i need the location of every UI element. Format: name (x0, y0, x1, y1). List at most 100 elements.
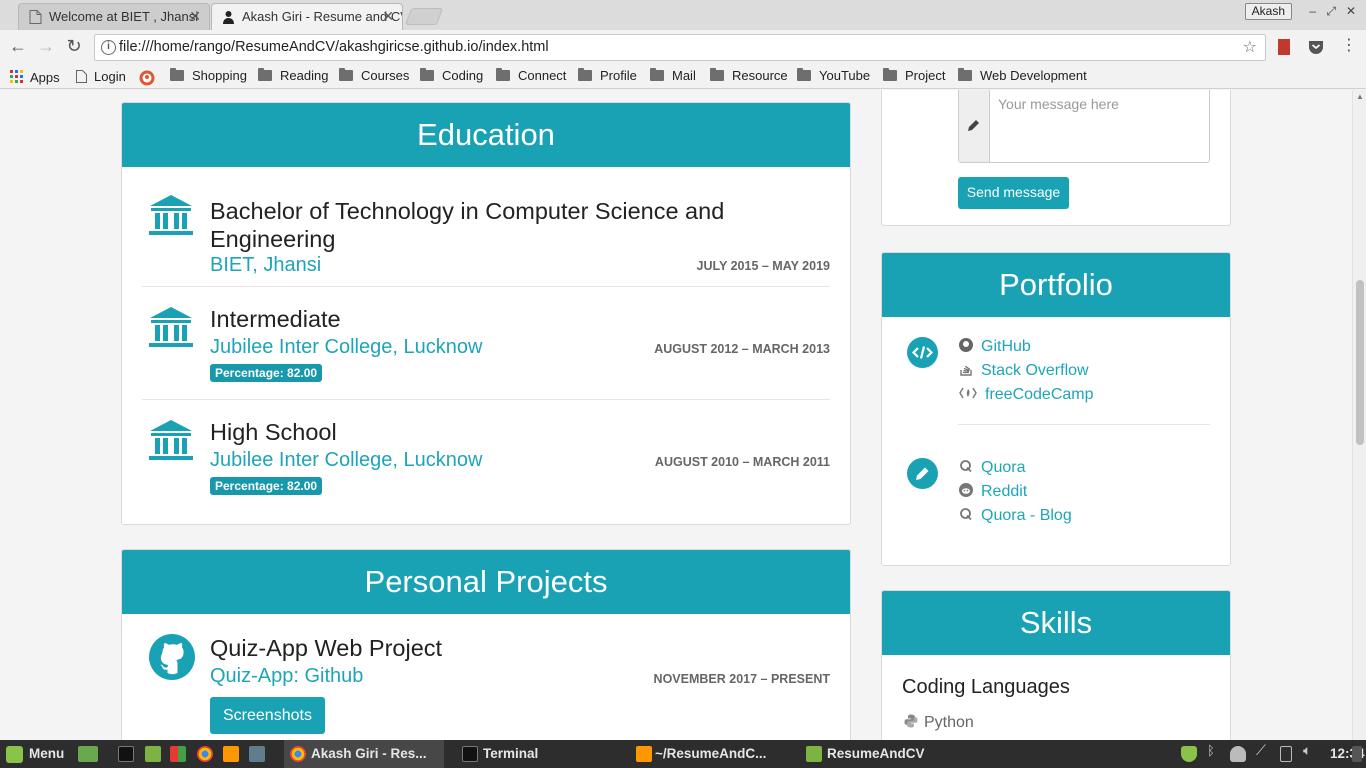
date-range: NOVEMBER 2017 – PRESENT (653, 672, 830, 686)
bookmark-folder-connect[interactable]: Connect (496, 68, 566, 86)
school-link[interactable]: Jubilee Inter College, Lucknow (210, 336, 482, 359)
scroll-up-arrow-icon[interactable]: ▲ (1356, 92, 1364, 101)
user-icon[interactable] (1230, 746, 1246, 762)
message-placeholder: Your message here (998, 96, 1119, 112)
bookmark-folder-youtube[interactable]: YouTube (797, 68, 870, 86)
bookmark-folder-resource[interactable]: Resource (710, 68, 788, 86)
url-text[interactable]: file:///home/rango/ResumeAndCV/akashgiri… (119, 35, 549, 60)
bookmark-folder-mail[interactable]: Mail (650, 68, 696, 86)
tab-title: Welcome at BIET , Jhansi (49, 9, 199, 24)
page-icon (76, 70, 87, 83)
bluetooth-icon[interactable]: ᛒ (1207, 743, 1219, 759)
reload-icon[interactable]: ↻ (63, 36, 85, 58)
sublime-icon (636, 746, 652, 762)
minimize-icon[interactable]: ‒ (1309, 4, 1316, 18)
github-link[interactable]: GitHub (959, 336, 1031, 358)
bookmark-folder-web-development[interactable]: Web Development (958, 68, 1087, 86)
address-bar[interactable]: i file:///home/rango/ResumeAndCV/akashgi… (94, 34, 1266, 61)
bookmark-label: Profile (600, 68, 637, 83)
bookmark-folder-shopping[interactable]: Shopping (170, 68, 247, 86)
skills-panel: Skills Coding Languages Python (881, 590, 1231, 740)
restore-icon[interactable]: ⤢ (1326, 4, 1336, 19)
software-manager-icon[interactable] (170, 746, 186, 762)
link-label: GitHub (981, 338, 1031, 355)
start-menu-button[interactable]: Menu (4, 740, 70, 768)
send-message-button[interactable]: Send message (958, 177, 1069, 209)
info-icon[interactable]: i (101, 40, 116, 55)
sublime-launcher-icon[interactable] (223, 746, 239, 762)
bookmark-extension-icon[interactable] (1276, 38, 1292, 56)
taskbar-window-chrome[interactable]: Akash Giri - Res... (284, 740, 444, 768)
folder-icon (258, 68, 272, 81)
degree-title: Bachelor of Technology in Computer Scien… (210, 198, 725, 224)
close-icon[interactable]: ✕ (189, 4, 201, 29)
bookmark-folder-courses[interactable]: Courses (339, 68, 409, 86)
taskbar-window-files[interactable]: ResumeAndCV (802, 740, 970, 768)
quora-blog-link[interactable]: Quora - Blog (959, 505, 1072, 527)
page-viewport: Education Bachelor of Technology in Comp… (0, 90, 1366, 740)
portfolio-heading: Portfolio (882, 253, 1230, 317)
freecodecamp-link[interactable]: freeCodeCamp (959, 384, 1094, 406)
show-desktop-icon[interactable] (78, 746, 98, 762)
window-label: Akash Giri - Res... (311, 746, 427, 761)
reddit-link[interactable]: Reddit (959, 481, 1027, 503)
bookmark-folder-project[interactable]: Project (883, 68, 945, 86)
shield-icon[interactable] (1181, 746, 1197, 762)
tab-strip: Welcome at BIET , Jhansi ✕ Akash Giri - … (0, 0, 1366, 30)
bookmark-duckduckgo[interactable] (139, 68, 155, 86)
forward-icon[interactable]: → (35, 36, 57, 58)
bookmark-folder-profile[interactable]: Profile (578, 68, 637, 86)
message-textarea[interactable]: Your message here (958, 90, 1210, 163)
tab-biet[interactable]: Welcome at BIET , Jhansi ✕ (18, 3, 210, 30)
files-launcher-icon[interactable] (145, 746, 161, 762)
close-icon[interactable]: ✕ (382, 4, 394, 29)
bookmarks-bar: Apps Login Shopping Reading Courses Codi… (0, 64, 1366, 89)
bookmark-label: Courses (361, 68, 410, 83)
taskbar-window-sublime[interactable]: ~/ResumeAndC... (630, 740, 798, 768)
date-range: AUGUST 2010 – MARCH 2011 (654, 455, 830, 469)
back-icon[interactable]: ← (7, 36, 29, 58)
terminal-launcher-icon[interactable] (118, 746, 134, 762)
percentage-badge: Percentage: 82.00 (210, 364, 323, 382)
menu-dots-icon[interactable]: ⋮ (1338, 36, 1360, 58)
bookmark-folder-coding[interactable]: Coding (420, 68, 483, 86)
network-icon[interactable]: ⟋ (1256, 742, 1272, 758)
volume-icon[interactable]: 🔈︎ (1303, 742, 1319, 758)
apps-grid-icon (10, 70, 23, 83)
screenshot-launcher-icon[interactable] (249, 746, 265, 762)
close-window-icon[interactable]: ✕ (1346, 4, 1356, 18)
mint-logo-icon (6, 746, 23, 763)
school-link[interactable]: BIET, Jhansi (210, 254, 321, 277)
bookmark-label: YouTube (819, 68, 871, 83)
stack-overflow-link[interactable]: Stack Overflow (959, 360, 1089, 382)
bookmark-login[interactable]: Login (76, 68, 126, 86)
profile-button[interactable]: Akash (1244, 3, 1292, 20)
new-tab-button[interactable] (404, 8, 444, 25)
taskbar-window-terminal[interactable]: Terminal (456, 740, 626, 768)
bookmark-apps[interactable]: Apps (10, 68, 60, 86)
github-icon (959, 338, 973, 352)
reddit-icon (959, 483, 973, 497)
education-item: High School Jubilee Inter College, Luckn… (142, 416, 830, 512)
pocket-icon[interactable] (1308, 38, 1324, 56)
bookmark-folder-reading[interactable]: Reading (258, 68, 328, 86)
tab-resume[interactable]: Akash Giri - Resume and CV ✕ (211, 3, 403, 30)
quora-link[interactable]: Quora (959, 457, 1025, 479)
notification-icon[interactable] (1352, 746, 1362, 762)
school-link[interactable]: Jubilee Inter College, Lucknow (210, 449, 482, 472)
terminal-icon (462, 746, 478, 762)
scrollbar-thumb[interactable] (1356, 280, 1364, 445)
degree-title: High School (210, 419, 337, 445)
divider (142, 286, 830, 287)
document-icon (29, 10, 42, 24)
link-label: Stack Overflow (981, 362, 1089, 379)
link-label: Quora - Blog (981, 507, 1072, 524)
project-link[interactable]: Quiz-App: Github (210, 665, 363, 688)
star-icon[interactable]: ☆ (1243, 37, 1257, 57)
vertical-scrollbar[interactable]: ▲ (1352, 90, 1366, 740)
skill-label: Python (924, 714, 974, 731)
battery-icon[interactable] (1280, 746, 1292, 762)
desktop-taskbar: Menu Akash Giri - Res... Terminal ~/Resu… (0, 740, 1366, 768)
chrome-launcher-icon[interactable] (197, 746, 213, 762)
screenshots-button[interactable]: Screenshots (210, 697, 325, 734)
